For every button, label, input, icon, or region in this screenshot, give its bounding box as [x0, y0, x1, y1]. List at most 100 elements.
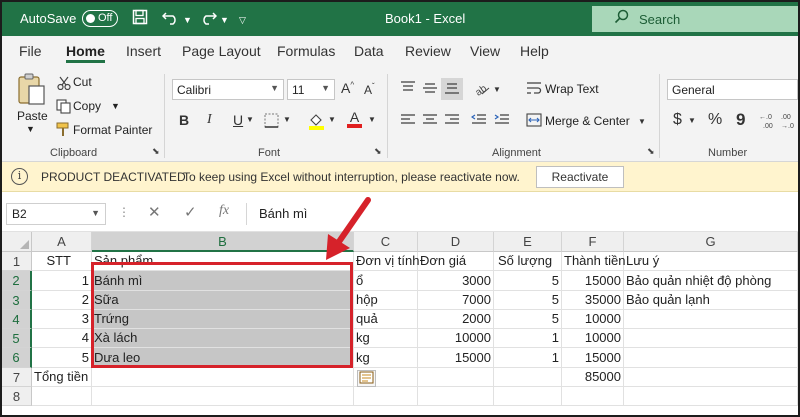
cell-d4[interactable]: 2000 [418, 310, 494, 329]
copy-button[interactable]: Copy [73, 99, 101, 113]
bold-button[interactable]: B [179, 112, 189, 128]
cell-a4[interactable]: 3 [32, 310, 92, 329]
column-header-f[interactable]: F [562, 232, 624, 252]
shrink-font-icon[interactable]: Aˇ [364, 82, 375, 97]
wrap-text-icon[interactable] [526, 81, 542, 98]
redo-dropdown-icon[interactable]: ▼ [220, 15, 229, 25]
tab-review[interactable]: Review [405, 43, 451, 59]
orientation-icon[interactable]: ab [473, 80, 491, 99]
orientation-dropdown-icon[interactable]: ▼ [493, 85, 501, 94]
decrease-indent-icon[interactable] [470, 113, 487, 130]
cell-g6[interactable] [624, 348, 798, 368]
align-top-icon[interactable] [400, 81, 416, 98]
cell-a8[interactable] [32, 387, 92, 406]
currency-button[interactable]: $ [673, 111, 682, 129]
cell-a3[interactable]: 2 [32, 291, 92, 310]
fill-color-dropdown-icon[interactable]: ▼ [328, 115, 336, 124]
grow-font-icon[interactable]: A^ [341, 80, 354, 96]
row-header-3[interactable]: 3 [2, 291, 32, 310]
cell-a6[interactable]: 5 [32, 348, 92, 368]
tab-home[interactable]: Home [66, 43, 105, 59]
cell-c6[interactable]: kg [354, 348, 418, 368]
italic-button[interactable]: I [207, 112, 212, 128]
cell-d5[interactable]: 10000 [418, 329, 494, 348]
column-header-d[interactable]: D [418, 232, 494, 252]
align-left-icon[interactable] [400, 113, 416, 130]
cell-g5[interactable] [624, 329, 798, 348]
tab-data[interactable]: Data [354, 43, 384, 59]
cell-a7[interactable]: Tổng tiền [32, 368, 92, 387]
autosave-toggle[interactable]: Off [82, 10, 118, 27]
cell-d2[interactable]: 3000 [418, 271, 494, 291]
column-header-a[interactable]: A [32, 232, 92, 252]
cut-button[interactable]: Cut [73, 75, 92, 89]
currency-dropdown-icon[interactable]: ▼ [688, 116, 696, 125]
cell-g3[interactable]: Bảo quản lạnh [624, 291, 798, 310]
row-header-2[interactable]: 2 [2, 271, 32, 291]
tab-formulas[interactable]: Formulas [277, 43, 335, 59]
paste-button[interactable]: Paste [17, 109, 48, 123]
cell-b7[interactable] [92, 368, 354, 387]
cell-e5[interactable]: 1 [494, 329, 562, 348]
column-header-b[interactable]: B [92, 232, 354, 252]
cell-e6[interactable]: 1 [494, 348, 562, 368]
cell-g1[interactable]: Lưu ý [624, 252, 798, 271]
cell-b8[interactable] [92, 387, 354, 406]
cell-f5[interactable]: 10000 [562, 329, 624, 348]
cell-g4[interactable] [624, 310, 798, 329]
align-middle-icon[interactable] [422, 81, 438, 98]
font-name-dropdown[interactable]: Calibri ▼ [172, 79, 284, 100]
row-header-1[interactable]: 1 [2, 252, 32, 271]
underline-dropdown-icon[interactable]: ▼ [246, 115, 254, 124]
row-header-8[interactable]: 8 [2, 387, 32, 406]
cell-c2[interactable]: ổ [354, 271, 418, 291]
cell-f7[interactable]: 85000 [562, 368, 624, 387]
cell-d6[interactable]: 15000 [418, 348, 494, 368]
cut-icon[interactable] [57, 76, 71, 93]
tab-insert[interactable]: Insert [126, 43, 161, 59]
cell-c3[interactable]: hộp [354, 291, 418, 310]
align-right-icon[interactable] [444, 113, 460, 130]
cell-c4[interactable]: quả [354, 310, 418, 329]
cell-c8[interactable] [354, 387, 418, 406]
font-size-dropdown[interactable]: 11 ▼ [287, 79, 335, 100]
cell-f2[interactable]: 15000 [562, 271, 624, 291]
insert-function-button[interactable]: fx [219, 203, 229, 219]
row-header-5[interactable]: 5 [2, 329, 32, 348]
cell-a2[interactable]: 1 [32, 271, 92, 291]
font-launcher-icon[interactable]: ⬊ [374, 146, 382, 157]
chevron-down-icon[interactable]: ▽ [239, 15, 246, 26]
reactivate-button[interactable]: Reactivate [536, 166, 624, 188]
row-header-6[interactable]: 6 [2, 348, 32, 368]
align-bottom-icon[interactable] [441, 78, 463, 100]
number-format-dropdown[interactable]: General [667, 79, 798, 100]
row-header-7[interactable]: 7 [2, 368, 32, 387]
search-box[interactable]: Search [592, 6, 798, 32]
cell-e4[interactable]: 5 [494, 310, 562, 329]
tab-view[interactable]: View [470, 43, 500, 59]
comma-style-button[interactable]: 9 [736, 110, 745, 130]
column-header-e[interactable]: E [494, 232, 562, 252]
borders-icon[interactable] [264, 113, 279, 131]
increase-indent-icon[interactable] [494, 113, 510, 130]
wrap-text-button[interactable]: Wrap Text [545, 82, 599, 96]
cell-e2[interactable]: 5 [494, 271, 562, 291]
merge-center-icon[interactable] [526, 113, 542, 130]
name-box[interactable]: B2 ▼ [6, 203, 106, 225]
cell-d8[interactable] [418, 387, 494, 406]
format-painter-button[interactable]: Format Painter [73, 123, 152, 137]
percent-button[interactable]: % [708, 111, 722, 129]
save-icon[interactable] [132, 9, 148, 29]
enter-icon[interactable]: ✓ [184, 203, 197, 221]
copy-icon[interactable] [56, 99, 71, 117]
fill-color-icon[interactable] [308, 112, 325, 133]
cell-f3[interactable]: 35000 [562, 291, 624, 310]
select-all-button[interactable] [2, 232, 32, 252]
copy-dropdown-icon[interactable]: ▼ [111, 101, 120, 111]
tab-file[interactable]: File [19, 43, 42, 59]
cell-g7[interactable] [624, 368, 798, 387]
paste-dropdown-icon[interactable]: ▼ [26, 124, 35, 134]
cell-a5[interactable]: 4 [32, 329, 92, 348]
cell-d3[interactable]: 7000 [418, 291, 494, 310]
cell-e1[interactable]: Số lượng [494, 252, 562, 271]
